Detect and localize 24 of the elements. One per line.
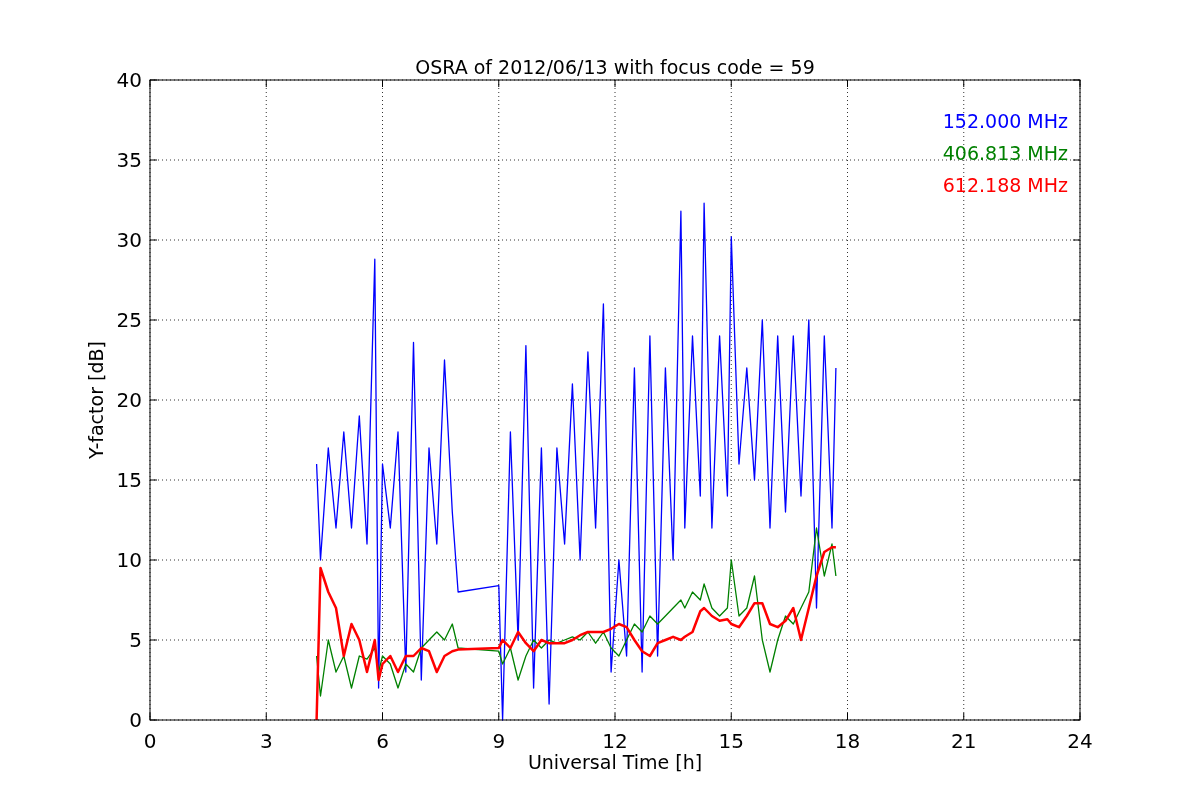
x-tick-label: 24 bbox=[1067, 729, 1093, 753]
y-tick-label: 10 bbox=[116, 548, 142, 572]
y-tick-label: 20 bbox=[116, 388, 142, 412]
x-tick-label: 18 bbox=[834, 729, 861, 753]
legend-label: 152.000 MHz bbox=[942, 110, 1068, 132]
y-tick-label: 25 bbox=[116, 308, 142, 332]
legend-label: 612.188 MHz bbox=[942, 174, 1068, 196]
y-tick-label: 5 bbox=[129, 628, 142, 652]
x-tick-label: 12 bbox=[602, 729, 628, 753]
x-tick-label: 3 bbox=[259, 729, 273, 753]
y-tick-label: 0 bbox=[129, 708, 142, 732]
x-tick-label: 6 bbox=[376, 729, 389, 753]
x-tick-label: 0 bbox=[143, 729, 157, 753]
x-tick-label: 9 bbox=[492, 729, 506, 753]
legend-label: 406.813 MHz bbox=[942, 142, 1068, 164]
x-tick-label: 21 bbox=[951, 729, 977, 753]
y-tick-label: 40 bbox=[116, 68, 142, 92]
y-axis-label: Y-factor [dB] bbox=[85, 341, 107, 459]
y-tick-label: 15 bbox=[116, 468, 142, 492]
y-tick-label: 30 bbox=[116, 228, 142, 252]
x-axis-label: Universal Time [h] bbox=[527, 751, 703, 773]
x-tick-label: 15 bbox=[718, 729, 744, 753]
y-tick-label: 35 bbox=[116, 148, 142, 172]
chart-title: OSRA of 2012/06/13 with focus code = 59 bbox=[415, 56, 815, 78]
